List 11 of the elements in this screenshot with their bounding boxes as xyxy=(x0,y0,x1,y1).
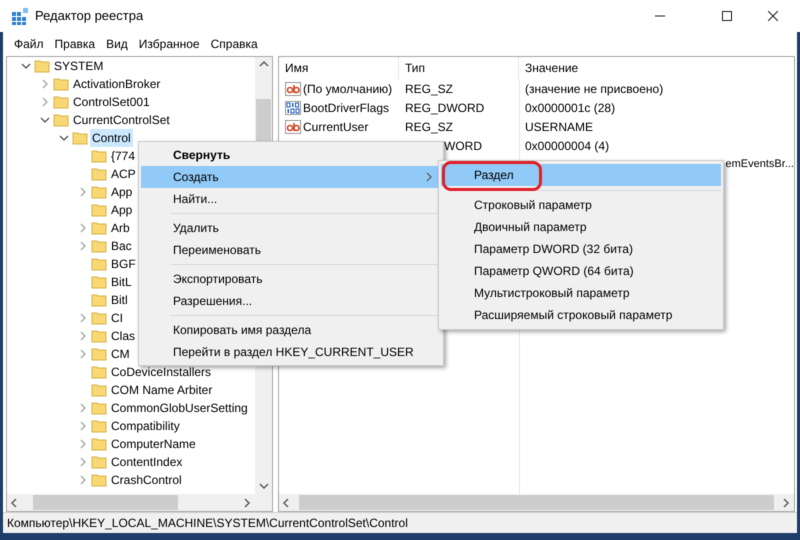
value-data: USERNAME xyxy=(525,120,594,134)
value-data: (значение не присвоено) xyxy=(525,82,664,96)
window-title: Редактор реестра xyxy=(35,7,144,26)
value-type: REG_SZ xyxy=(405,82,454,96)
value-type: REG_DWORD xyxy=(405,100,484,114)
value-data: 0x0000001c (28) xyxy=(525,100,616,114)
value-data: 0x00000004 (4) xyxy=(525,138,610,152)
value-type: WORD xyxy=(444,138,482,152)
value-type: REG_SZ xyxy=(405,120,454,134)
status-path: Компьютер\HKEY_LOCAL_MACHINE\SYSTEM\CurrentControlSet\Control xyxy=(7,515,408,532)
value-data: emEventsBr... xyxy=(726,157,794,172)
